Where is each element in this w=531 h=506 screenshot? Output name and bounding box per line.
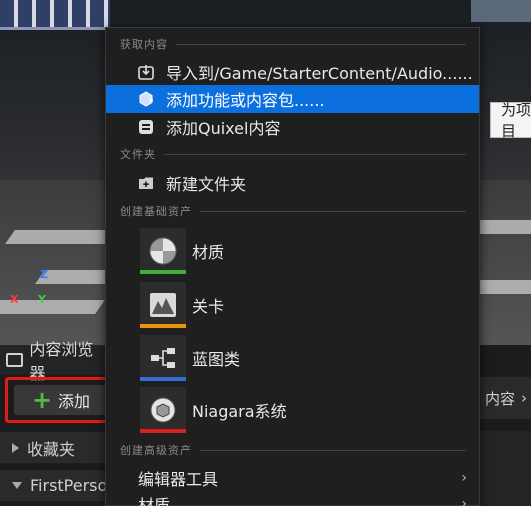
chevron-right-icon: ›: [521, 389, 527, 407]
new-folder-icon: [138, 175, 154, 191]
menu-item-import[interactable]: 导入到/Game/StarterContent/Audio......: [106, 58, 479, 86]
add-button-label: 添加: [58, 392, 91, 411]
tooltip-text: 为项目: [501, 101, 531, 140]
path-breadcrumb[interactable]: 内容 ›: [478, 377, 531, 419]
folder-icon: [6, 353, 24, 367]
chevron-down-icon: [12, 482, 22, 489]
asset-niagara-system[interactable]: Niagara系统: [106, 384, 479, 436]
tooltip: 为项目: [490, 101, 531, 140]
scene-awning: [0, 0, 110, 30]
niagara-color-bar: [140, 429, 186, 433]
submenu-material[interactable]: 材质 ›: [106, 491, 479, 506]
asset-view-panel: [478, 431, 531, 506]
asset-level[interactable]: 关卡: [106, 279, 479, 331]
niagara-label: Niagara系统: [192, 402, 287, 421]
add-button-highlight: + 添加: [5, 377, 117, 423]
chevron-right-icon: ›: [461, 470, 467, 486]
favorites-label: 收藏夹: [27, 439, 76, 459]
blueprint-color-bar: [140, 377, 186, 381]
material-submenu-label: 材质: [138, 496, 171, 506]
chevron-right-icon: [12, 442, 19, 453]
material-color-bar: [140, 270, 186, 274]
feature-pack-label: 添加功能或内容包......: [166, 91, 325, 110]
menu-item-add-quixel[interactable]: 添加Quixel内容: [106, 113, 479, 141]
new-folder-label: 新建文件夹: [166, 175, 247, 194]
editor-tools-label: 编辑器工具: [138, 470, 219, 489]
quixel-label: 添加Quixel内容: [166, 119, 281, 138]
section-folder: 文件夹: [120, 146, 466, 162]
menu-item-add-feature-pack[interactable]: 添加功能或内容包......: [106, 85, 479, 113]
blueprint-label: 蓝图类: [192, 350, 241, 369]
level-icon: [140, 282, 186, 328]
plus-icon: +: [31, 386, 53, 414]
breadcrumb-content-label: 内容: [484, 389, 515, 408]
section-advanced-assets: 创建高级资产: [120, 442, 466, 458]
submenu-editor-tools[interactable]: 编辑器工具 ›: [106, 465, 479, 491]
section-basic-assets: 创建基础资产: [120, 203, 466, 219]
niagara-icon: [140, 387, 186, 433]
asset-material[interactable]: 材质: [106, 225, 479, 277]
add-button[interactable]: + 添加: [14, 385, 108, 415]
level-label: 关卡: [192, 297, 225, 316]
project-label: FirstPerso: [30, 476, 108, 495]
import-icon: [138, 64, 154, 80]
material-icon: [140, 228, 186, 274]
quixel-icon: [138, 119, 154, 135]
sidebar-item-project[interactable]: FirstPerso: [0, 469, 108, 501]
level-color-bar: [140, 324, 186, 328]
add-context-menu: 获取内容 导入到/Game/StarterContent/Audio......…: [105, 27, 480, 506]
feature-pack-icon: [138, 91, 154, 107]
menu-item-new-folder[interactable]: 新建文件夹: [106, 169, 479, 197]
axis-gizmo-icon: Z X Y: [10, 268, 48, 306]
blueprint-icon: [140, 335, 186, 381]
tab-content-browser[interactable]: 内容浏览器: [0, 340, 106, 383]
import-label: 导入到/Game/StarterContent/Audio......: [166, 64, 473, 83]
chevron-right-icon: ›: [461, 496, 467, 506]
asset-blueprint-class[interactable]: 蓝图类: [106, 332, 479, 384]
section-get-content: 获取内容: [120, 36, 466, 52]
scene-awning-right: [471, 0, 531, 22]
sidebar-item-favorites[interactable]: 收藏夹: [0, 431, 106, 463]
material-label: 材质: [192, 243, 225, 262]
